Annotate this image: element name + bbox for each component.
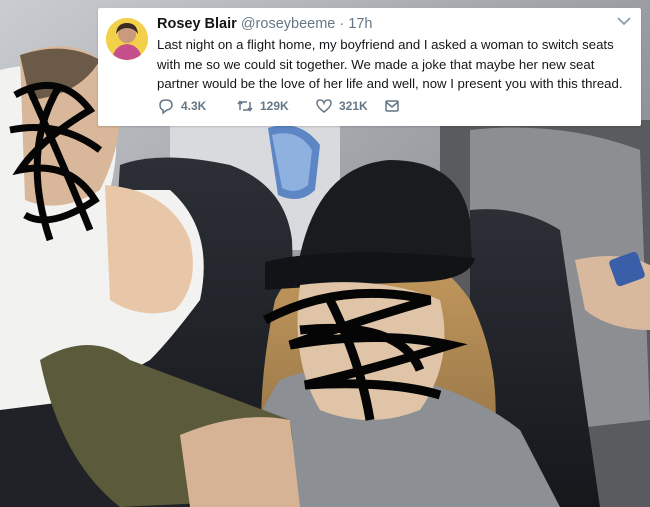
avatar[interactable] [106,18,148,60]
retweet-icon [237,100,253,112]
message-button[interactable] [383,97,401,115]
heart-icon [316,99,332,113]
like-button[interactable]: 321K [315,97,368,115]
reply-icon [159,99,173,115]
separator: · [339,16,345,32]
chevron-down-icon[interactable] [617,16,631,26]
timestamp[interactable]: 17h [348,16,372,32]
retweet-count: 129K [260,99,289,113]
display-name[interactable]: Rosey Blair [157,16,237,32]
reply-count: 4.3K [181,99,207,113]
tweet-text: Last night on a flight home, my boyfrien… [157,37,623,91]
reply-button[interactable]: 4.3K [157,97,206,115]
user-handle[interactable]: @roseybeeme [241,16,336,32]
message-icon [385,100,399,112]
tweet-card[interactable]: Rosey Blair @roseybeeme · 17h Last night… [98,8,641,126]
retweet-button[interactable]: 129K [236,97,289,115]
like-count: 321K [339,99,368,113]
avatar-image [106,18,148,60]
tweet-header: Rosey Blair @roseybeeme · 17h [157,16,372,32]
